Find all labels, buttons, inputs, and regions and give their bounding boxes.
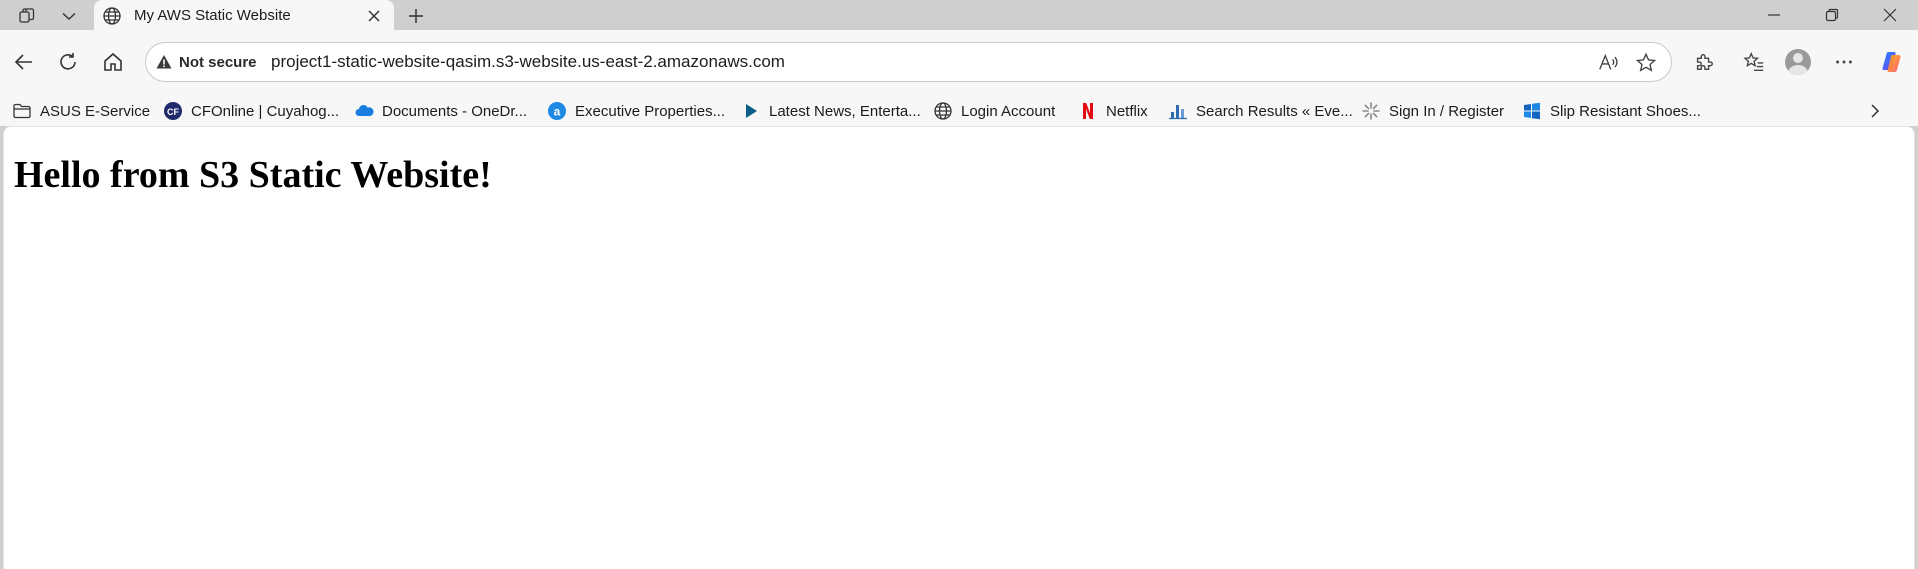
copilot-icon (1882, 52, 1901, 72)
read-aloud-icon (1599, 53, 1618, 70)
play-triangle-icon (741, 101, 761, 121)
close-icon (1883, 8, 1897, 22)
back-button[interactable] (6, 44, 42, 80)
minimize-button[interactable] (1746, 0, 1802, 30)
star-add-icon (1635, 52, 1657, 72)
bookmark-slip-resistant-shoes[interactable]: Slip Resistant Shoes... (1522, 96, 1701, 126)
bookmarks-bar: ASUS E-Service CF CFOnline | Cuyahog... … (0, 96, 1918, 126)
favorites-list-icon (1743, 52, 1764, 71)
page-heading: Hello from S3 Static Website! (14, 154, 492, 196)
window-close-button[interactable] (1862, 0, 1918, 30)
new-tab-button[interactable] (402, 2, 430, 30)
cfonline-icon: CF (163, 101, 183, 121)
tab-close-button[interactable] (364, 6, 384, 26)
workspaces-button[interactable] (10, 2, 44, 30)
avatar (1785, 49, 1811, 75)
workspaces-icon (19, 8, 35, 23)
bookmark-netflix[interactable]: Netflix (1078, 96, 1148, 126)
page-viewport: Hello from S3 Static Website! (3, 126, 1915, 569)
bookmark-login-account[interactable]: Login Account (933, 96, 1055, 126)
settings-more-button[interactable] (1826, 44, 1862, 80)
chevron-down-icon (62, 12, 76, 21)
bookmark-latest-news[interactable]: Latest News, Enterta... (741, 96, 921, 126)
more-bookmarks-button[interactable] (1862, 98, 1888, 124)
tab-title: My AWS Static Website (134, 7, 291, 24)
windows-logo-icon (1522, 101, 1542, 121)
globe-icon (933, 101, 953, 121)
svg-text:CF: CF (167, 107, 179, 117)
refresh-button[interactable] (50, 44, 86, 80)
chart-bars-icon (1168, 101, 1188, 121)
favorites-button[interactable] (1736, 44, 1772, 80)
restore-button[interactable] (1804, 0, 1860, 30)
favorite-star-button[interactable] (1634, 51, 1658, 75)
folder-icon (12, 101, 32, 121)
tab-active[interactable]: My AWS Static Website (94, 0, 394, 31)
plus-icon (409, 9, 423, 23)
sparkle-icon (1361, 101, 1381, 121)
bookmark-search-results[interactable]: Search Results « Eve... (1168, 96, 1353, 126)
security-label: Not secure (179, 53, 257, 71)
address-bar[interactable]: Not secure project1-static-website-qasim… (145, 42, 1672, 82)
profile-button[interactable] (1780, 44, 1816, 80)
bookmark-sign-in-register[interactable]: Sign In / Register (1361, 96, 1504, 126)
more-horizontal-icon (1836, 60, 1852, 64)
bookmark-executive-properties[interactable]: a Executive Properties... (547, 96, 725, 126)
bookmark-onedrive[interactable]: Documents - OneDr... (354, 96, 527, 126)
tab-strip: My AWS Static Website (0, 0, 1918, 31)
svg-text:a: a (554, 105, 561, 119)
home-icon (104, 52, 122, 71)
copilot-button[interactable] (1874, 44, 1910, 80)
bookmark-cfonline[interactable]: CF CFOnline | Cuyahog... (163, 96, 339, 126)
url-text[interactable]: project1-static-website-qasim.s3-website… (271, 43, 785, 81)
bookmark-asus-e-service[interactable]: ASUS E-Service (12, 96, 150, 126)
warning-triangle-icon (156, 55, 172, 69)
globe-icon (102, 6, 122, 26)
site-info-button[interactable]: Not secure (156, 43, 257, 81)
home-button[interactable] (95, 44, 131, 80)
minimize-icon (1768, 14, 1780, 16)
tab-actions-button[interactable] (52, 2, 86, 30)
chevron-right-icon (1871, 104, 1880, 118)
onedrive-cloud-icon (354, 101, 374, 121)
extensions-button[interactable] (1686, 44, 1722, 80)
read-aloud-button[interactable] (1596, 51, 1620, 75)
executive-properties-icon: a (547, 101, 567, 121)
restore-icon (1825, 8, 1839, 22)
puzzle-piece-icon (1696, 54, 1713, 71)
back-arrow-icon (14, 54, 32, 70)
browser-toolbar: Not secure project1-static-website-qasim… (0, 30, 1918, 96)
netflix-icon (1078, 101, 1098, 121)
close-icon (368, 10, 380, 22)
refresh-icon (60, 53, 76, 70)
